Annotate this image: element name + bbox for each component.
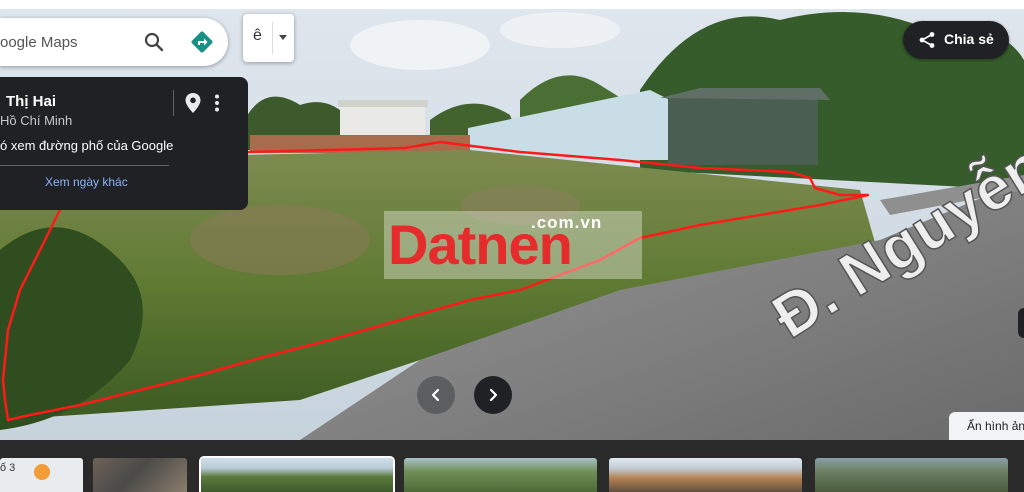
thumbnail-image[interactable] xyxy=(609,458,802,492)
street-view-attribution: ó xem đường phố của Google xyxy=(0,138,174,153)
share-label: Chia sẻ xyxy=(944,31,994,47)
side-control[interactable] xyxy=(1018,308,1024,338)
place-marker-icon xyxy=(34,464,50,480)
card-separator xyxy=(0,165,169,166)
layer-dropdown-label: ê xyxy=(253,27,262,44)
chevron-left-icon xyxy=(431,388,440,402)
top-edge xyxy=(0,0,1024,9)
card-divider xyxy=(173,90,174,116)
hide-images-button[interactable]: Ẩn hình ảnh xyxy=(949,412,1024,440)
thumbnail-image[interactable] xyxy=(404,458,597,492)
search-input[interactable] xyxy=(0,32,140,52)
search-box xyxy=(0,18,228,66)
next-image-button[interactable] xyxy=(474,376,512,414)
location-title: Thị Hai xyxy=(6,93,57,110)
thumbnail-label: ố 3 xyxy=(0,462,16,474)
thumbnail-image[interactable] xyxy=(93,458,187,492)
thumbnail-map[interactable]: ố 3 xyxy=(0,458,83,492)
hide-images-label: Ẩn hình ảnh xyxy=(967,419,1024,433)
layer-dropdown-divider xyxy=(272,22,273,54)
watermark-logo: Datnen .com.vn xyxy=(384,211,642,279)
previous-image-button[interactable] xyxy=(417,376,455,414)
pin-icon[interactable] xyxy=(184,92,202,114)
share-icon xyxy=(918,31,936,49)
thumbnail-image[interactable] xyxy=(199,456,395,492)
watermark-domain: .com.vn xyxy=(531,213,603,232)
layer-dropdown[interactable]: ê xyxy=(243,14,294,62)
share-button[interactable]: Chia sẻ xyxy=(903,21,1009,59)
more-vert-icon[interactable] xyxy=(210,93,224,113)
caret-down-icon xyxy=(279,35,287,40)
thumbnail-image[interactable] xyxy=(815,458,1008,492)
chevron-right-icon xyxy=(489,388,498,402)
location-subtitle: Hồ Chí Minh xyxy=(0,113,73,128)
location-info-card: Thị Hai Hồ Chí Minh ó xem đường phố của … xyxy=(0,77,248,210)
directions-icon[interactable] xyxy=(189,29,215,55)
search-icon[interactable] xyxy=(142,30,166,54)
other-dates-link[interactable]: Xem ngày khác xyxy=(45,175,128,189)
